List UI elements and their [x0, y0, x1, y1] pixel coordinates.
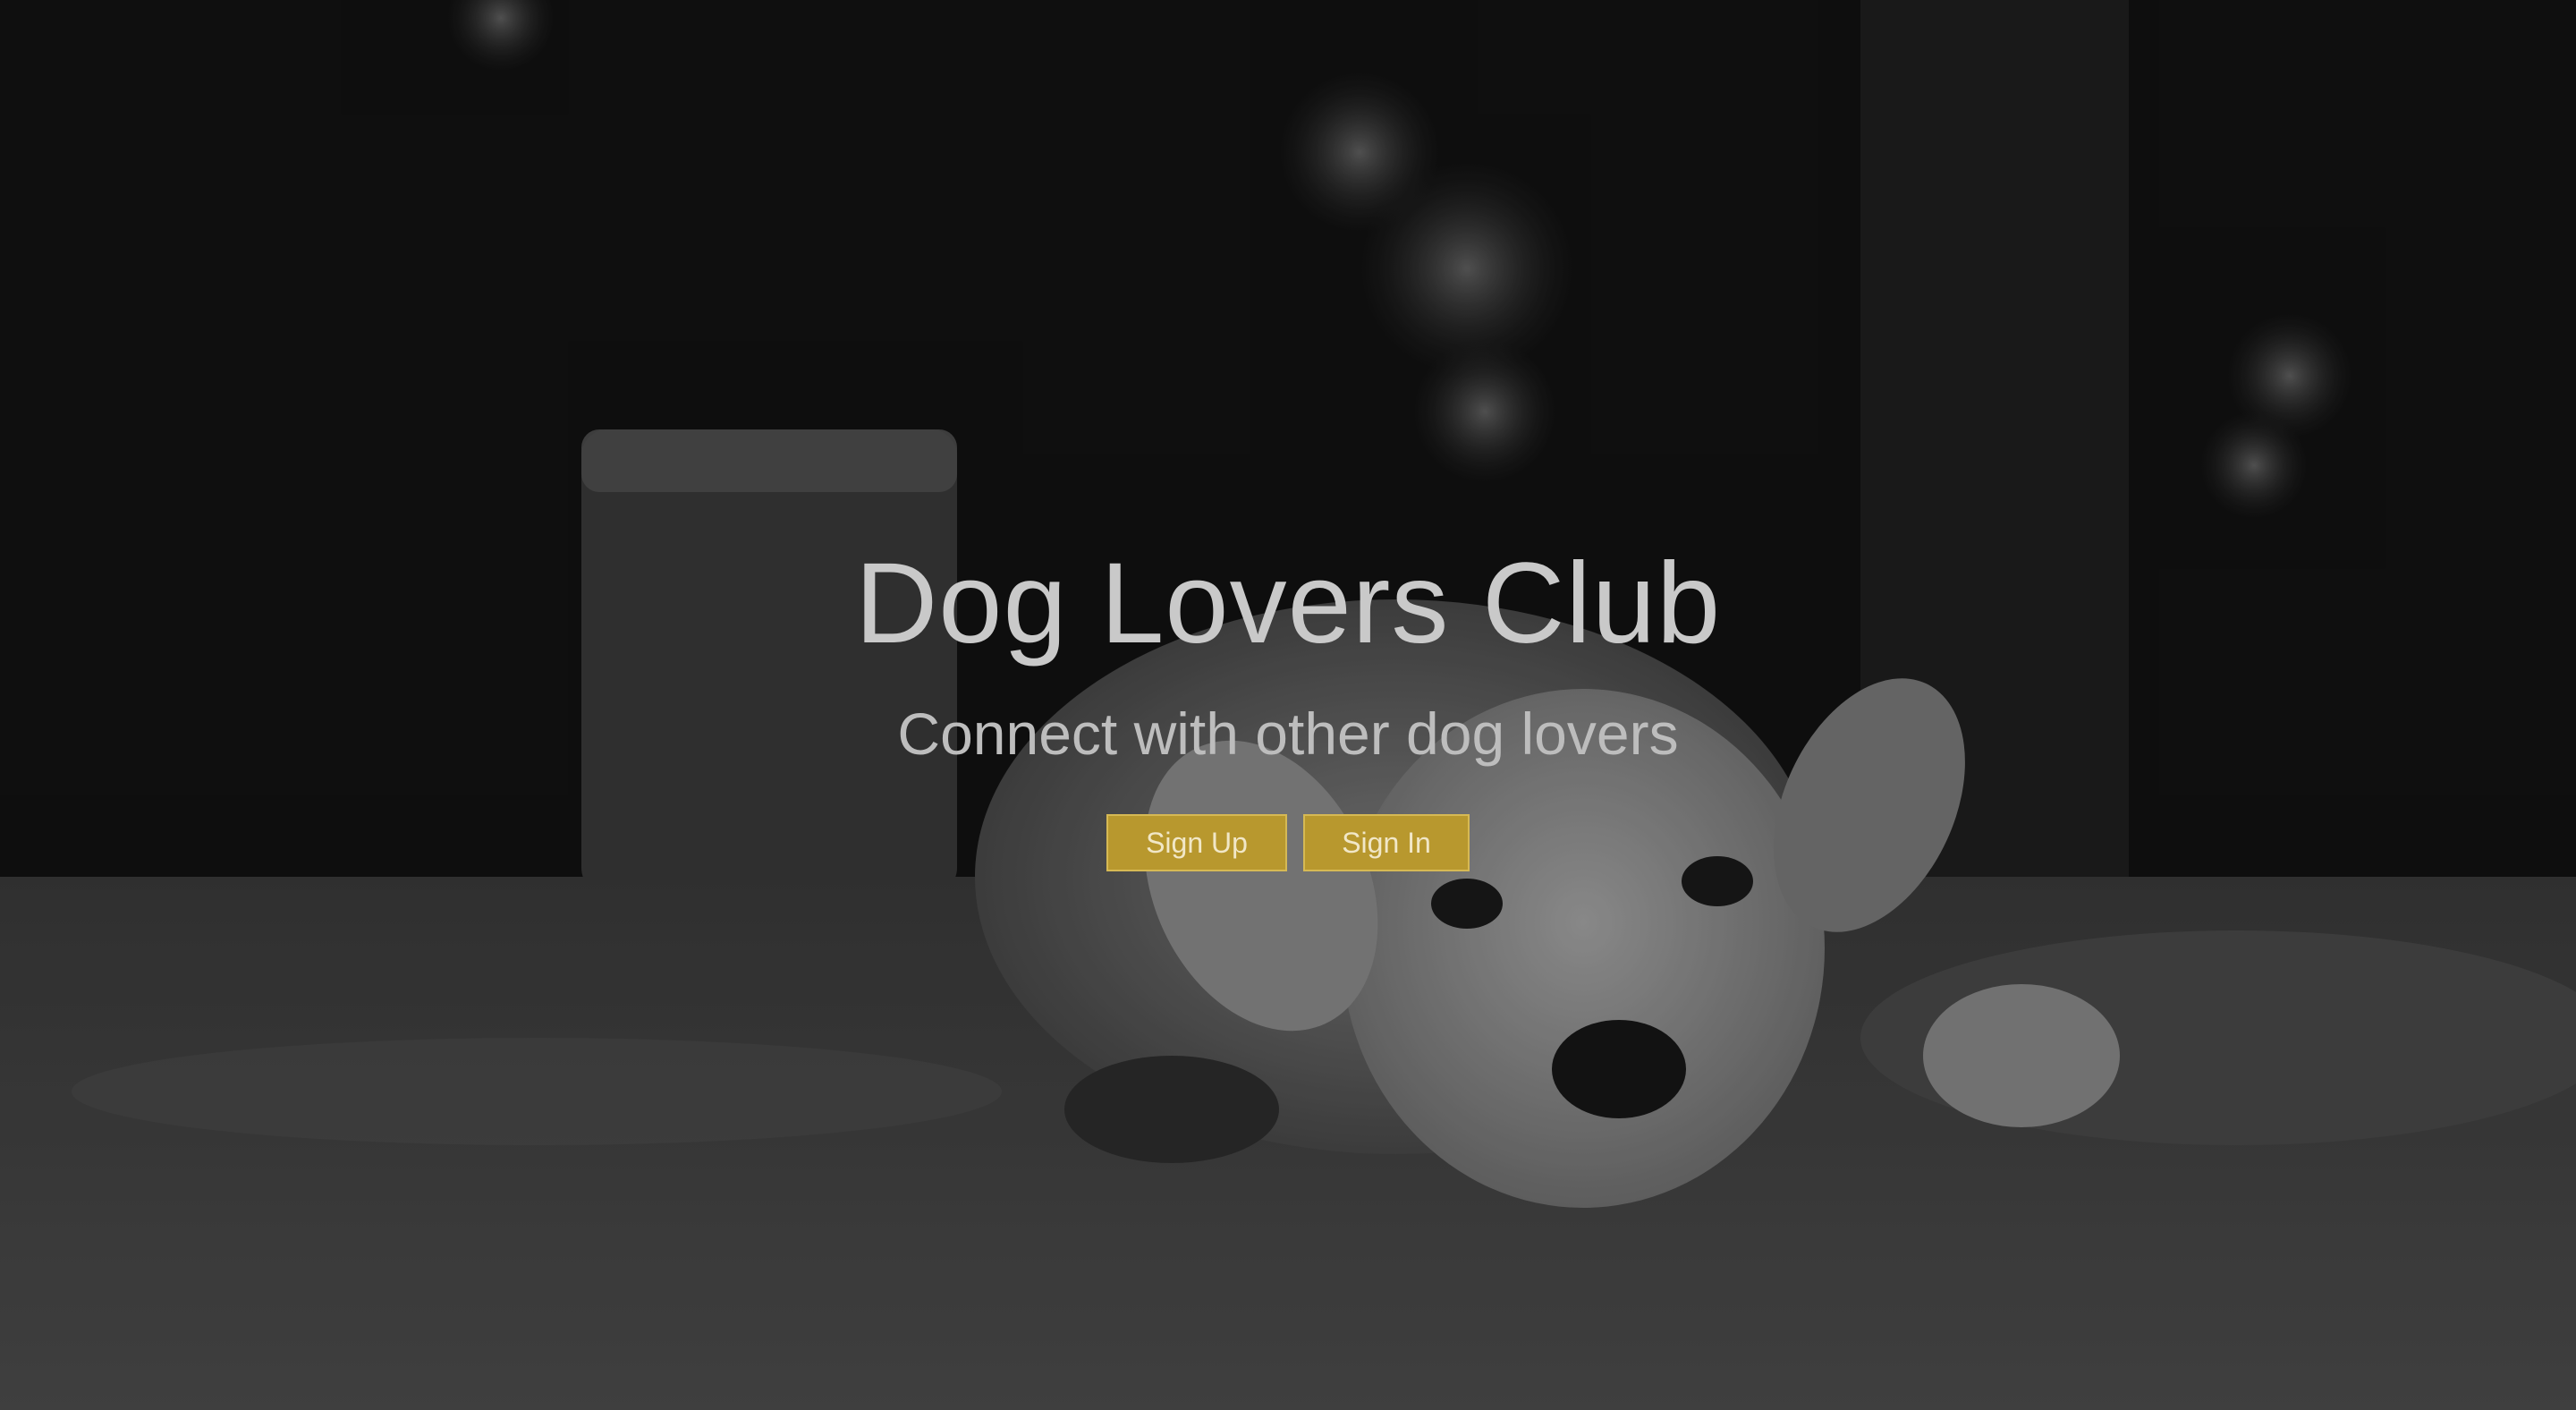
page-subtitle: Connect with other dog lovers [897, 701, 1679, 767]
auth-button-group: Sign Up Sign In [0, 814, 2576, 871]
page-title: Dog Lovers Club [854, 539, 1722, 667]
sign-up-button[interactable]: Sign Up [1106, 814, 1287, 871]
hero-content: Dog Lovers Club Connect with other dog l… [0, 0, 2576, 1410]
sign-in-button[interactable]: Sign In [1303, 814, 1470, 871]
hero-section: Dog Lovers Club Connect with other dog l… [0, 0, 2576, 1410]
